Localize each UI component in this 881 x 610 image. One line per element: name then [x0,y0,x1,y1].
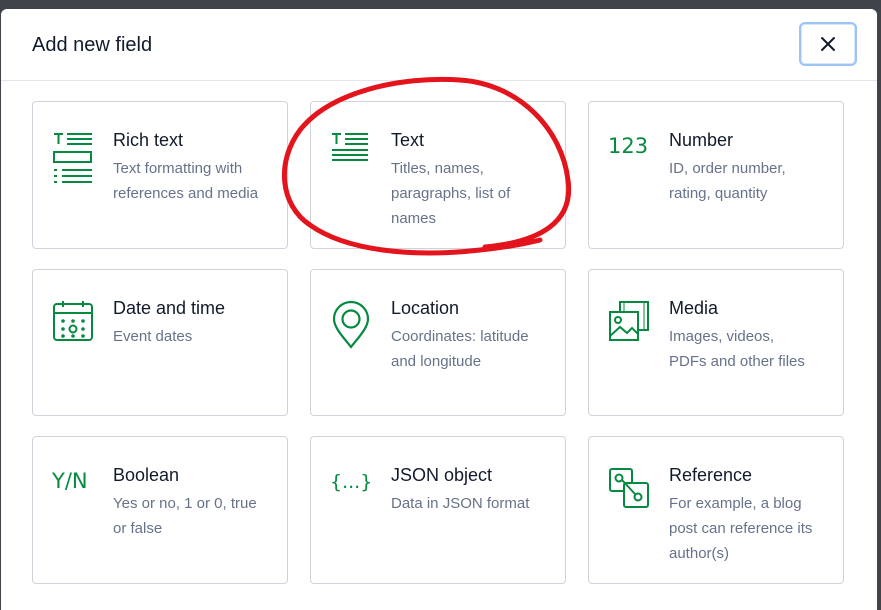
field-description: ID, order number, rating, quantity [669,160,786,202]
field-type-number[interactable]: 123 Number ID, order number, rating, qua… [588,101,844,249]
field-description: Titles, names, paragraphs, list of names [391,160,511,227]
field-type-reference[interactable]: Reference For example, a blog post can r… [588,436,844,584]
number-icon: 123 [608,134,649,158]
field-name: JSON object [391,465,493,485]
field-description: For example, a blog post can reference i… [669,495,813,562]
field-description: Event dates [113,328,193,345]
calendar-icon [52,300,94,344]
boolean-icon: Y/N [52,469,88,493]
field-description: Yes or no, 1 or 0, true or false [113,495,257,537]
field-name: Number [669,130,734,150]
field-name: Date and time [113,298,226,318]
text-icon [330,132,372,176]
dialog-header: Add new field [1,9,877,81]
field-description: Coordinates: latitude and longitude [391,328,529,370]
close-icon [821,37,835,51]
field-description: Text formatting with references and medi… [113,160,259,202]
field-name: Location [391,298,460,318]
field-type-media[interactable]: Media Images, videos, PDFs and other fil… [588,269,844,416]
field-type-boolean[interactable]: Y/N Boolean Yes or no, 1 or 0, true or f… [32,436,288,584]
field-type-date-and-time[interactable]: Date and time Event dates [32,269,288,416]
close-button[interactable] [799,22,857,66]
field-type-rich-text[interactable]: Rich text Text formatting with reference… [32,101,288,249]
reference-icon [608,467,650,511]
rich-text-icon [52,132,94,183]
field-description: Data in JSON format [391,495,530,512]
field-name: Text [391,130,425,150]
field-type-location[interactable]: Location Coordinates: latitude and longi… [310,269,566,416]
field-name: Media [669,298,719,318]
field-type-text[interactable]: Text Titles, names, paragraphs, list of … [310,101,566,249]
field-type-json-object[interactable]: {...} JSON object Data in JSON format [310,436,566,584]
json-icon: {...} [330,471,373,493]
field-description: Images, videos, PDFs and other files [669,328,805,370]
dialog-title: Add new field [32,34,153,56]
media-icon [608,300,650,344]
field-name: Boolean [113,465,180,485]
field-name: Reference [669,465,753,485]
field-name: Rich text [113,130,184,150]
location-pin-icon [330,300,372,349]
